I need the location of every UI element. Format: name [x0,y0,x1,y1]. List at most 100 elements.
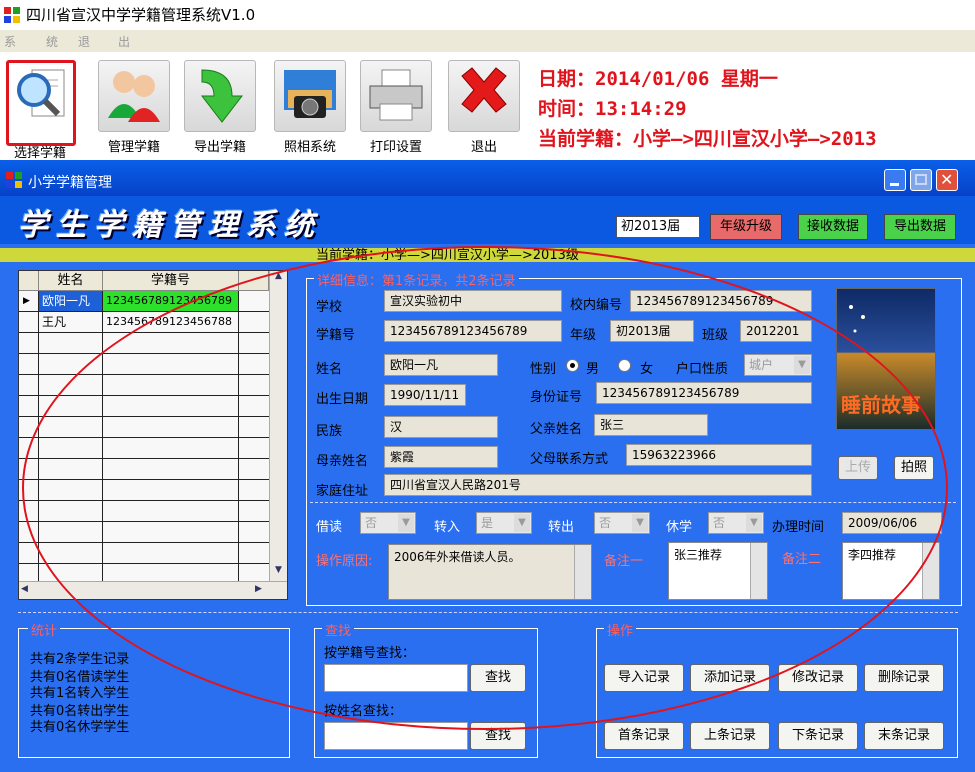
grid-cell-name[interactable]: 王凡 [39,312,103,332]
search-id-input[interactable] [324,664,468,692]
upload-button[interactable]: 上传 [838,456,878,480]
student-id-field[interactable]: 123456789123456789 [384,320,562,342]
manage-record-button[interactable]: 管理学籍 [94,58,174,158]
gender-male-radio[interactable] [566,359,579,372]
father-label: 父亲姓名 [530,422,583,437]
father-field[interactable]: 张三 [594,414,708,436]
grade-value-field[interactable]: 初2013届 [610,320,694,342]
class-field[interactable]: 2012201 [740,320,812,342]
scroll-down-icon[interactable]: ▼ [270,565,287,581]
table-row-empty [19,333,287,354]
class-label: 班级 [702,328,729,343]
chevron-down-icon: ▼ [794,356,810,374]
grid-header-id[interactable]: 学籍号 [103,271,239,291]
grid-header-empty [239,271,269,291]
student-grid[interactable]: 姓名 学籍号 ▶ 欧阳一凡 123456789123456789 王凡 1234… [18,270,288,600]
stat-suspend: 共有0名休学学生 [30,720,130,735]
borrow-label: 借读 [316,520,343,535]
scroll-up-icon[interactable]: ▲ [270,271,287,287]
search-name-input[interactable] [324,722,468,750]
minimize-button[interactable] [884,169,906,191]
note2-scrollbar[interactable] [922,543,939,599]
grade-field[interactable]: 初2013届 [616,216,700,238]
magnifier-document-icon [17,69,65,117]
close-button[interactable]: ✕ [936,169,958,191]
menu-item-system-2[interactable]: 统 [46,33,58,50]
window-logo-icon [6,172,22,188]
export-record-button[interactable]: 导出学籍 [180,58,260,158]
banner-title: 学生学籍管理系统 [18,208,322,243]
maximize-button[interactable] [910,169,932,191]
contact-field[interactable]: 15963223966 [626,444,812,466]
select-record-button[interactable]: 选择学籍 [0,58,80,180]
green-down-arrow-icon [200,69,244,123]
search-name-button[interactable]: 查找 [470,722,526,750]
suspend-select[interactable]: 否 ▼ [708,512,764,534]
print-settings-button[interactable]: 打印设置 [356,58,436,158]
address-label: 家庭住址 [316,484,369,499]
current-record-display: 当前学籍：小学—>四川宣汉小学—>2013 [538,128,877,150]
reason-text: 2006年外来借读人员。 [394,550,521,564]
transfer-out-label: 转出 [548,520,575,535]
detail-frame-title: 详细信息：第1条记录，共2条记录 [314,270,519,289]
upgrade-grade-button[interactable]: 年级升级 [710,214,782,240]
delete-record-button[interactable]: 删除记录 [864,664,944,692]
divider [310,502,956,503]
export-data-button[interactable]: 导出数据 [884,214,956,240]
table-row-empty [19,354,287,375]
mother-field[interactable]: 紫霞 [384,446,498,468]
address-field[interactable]: 四川省宣汉人民路201号 [384,474,812,496]
horizontal-scrollbar[interactable]: ◀ ▶ [19,581,287,599]
birth-field[interactable]: 1990/11/11 [384,384,466,406]
note1-scrollbar[interactable] [750,543,767,599]
photo-system-button[interactable]: 照相系统 [270,58,350,158]
last-record-button[interactable]: 末条记录 [864,722,944,750]
grid-cell-name[interactable]: 欧阳一凡 [39,291,103,311]
next-record-button[interactable]: 下条记录 [778,722,858,750]
school-no-field[interactable]: 123456789123456789 [630,290,812,312]
toolbar: 选择学籍 管理学籍 导出学籍 照相系统 打印设置 退出 日期：2014/01/0… [0,52,975,180]
borrow-value: 否 [365,516,378,530]
borrow-select[interactable]: 否 ▼ [360,512,416,534]
grid-cell-id[interactable]: 123456789123456789 [103,291,239,311]
contact-label: 父母联系方式 [530,452,609,467]
add-record-button[interactable]: 添加记录 [690,664,770,692]
camera-photo-icon [284,70,336,118]
gender-label: 性别 [530,362,557,377]
table-row[interactable]: 王凡 123456789123456788 [19,312,287,333]
scroll-left-icon[interactable]: ◀ [21,584,28,594]
first-record-button[interactable]: 首条记录 [604,722,684,750]
idcard-field[interactable]: 123456789123456789 [596,382,812,404]
transfer-in-select[interactable]: 是 ▼ [476,512,532,534]
exit-button[interactable]: 退出 [444,58,524,158]
gender-female-radio[interactable] [618,359,631,372]
edit-record-button[interactable]: 修改记录 [778,664,858,692]
note2-field[interactable]: 李四推荐 [842,542,940,600]
student-photo: 睡前故事 [836,288,936,430]
take-photo-button[interactable]: 拍照 [894,456,934,480]
photo-system-label: 照相系统 [283,140,336,155]
transfer-out-select[interactable]: 否 ▼ [594,512,650,534]
import-record-button[interactable]: 导入记录 [604,664,684,692]
table-row-empty [19,459,287,480]
menu-item-exit-2[interactable]: 出 [118,33,130,50]
menu-item-system-1[interactable]: 系 [4,33,16,50]
grid-cell-id[interactable]: 123456789123456788 [103,312,239,332]
hukou-select[interactable]: 城户 ▼ [744,354,812,376]
ethnic-field[interactable]: 汉 [384,416,498,438]
note1-field[interactable]: 张三推荐 [668,542,768,600]
grid-header-name[interactable]: 姓名 [39,271,103,291]
name-field[interactable]: 欧阳一凡 [384,354,498,376]
search-id-button[interactable]: 查找 [470,664,526,692]
table-row[interactable]: ▶ 欧阳一凡 123456789123456789 [19,291,287,312]
school-field[interactable]: 宣汉实验初中 [384,290,562,312]
reason-field[interactable]: 2006年外来借读人员。 [388,544,592,600]
current-record-label: 当前学籍：小学—>四川宣汉小学—>2013级 [316,248,579,263]
reason-scrollbar[interactable] [574,545,591,599]
menu-item-exit-1[interactable]: 退 [78,33,90,50]
receive-data-button[interactable]: 接收数据 [798,214,868,240]
prev-record-button[interactable]: 上条记录 [690,722,770,750]
scroll-right-icon[interactable]: ▶ [255,584,262,594]
handle-time-field[interactable]: 2009/06/06 [842,512,942,534]
vertical-scrollbar[interactable]: ▲ ▼ [269,271,287,581]
